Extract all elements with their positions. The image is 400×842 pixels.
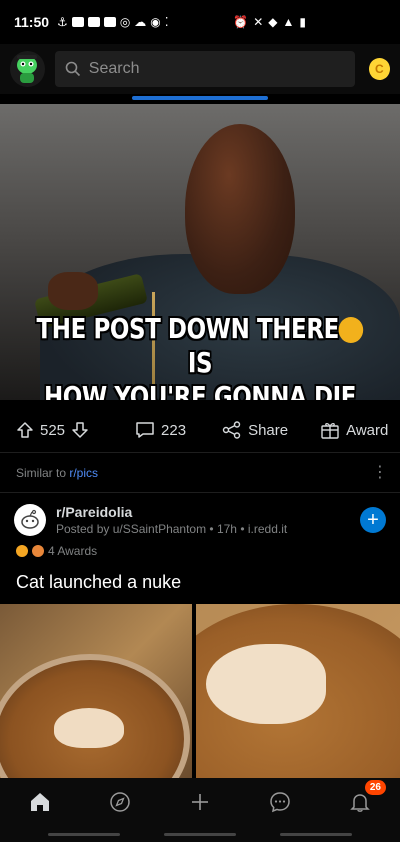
meme-caption: THE POST DOWN THEREIS HOW YOU'RE GONNA D…	[36, 312, 364, 400]
caption-line1-a: THE POST DOWN THERE	[36, 312, 340, 345]
app-icon: ◎	[119, 15, 131, 29]
app-icon	[87, 17, 100, 27]
comment-count: 223	[161, 421, 187, 439]
image-foam	[54, 708, 124, 748]
image-foam	[206, 644, 326, 724]
app-icon	[103, 17, 116, 27]
search-input[interactable]: Search	[54, 51, 355, 87]
notification-icons: ⚓ ◎ ☁ ◉ ⁚	[57, 15, 169, 29]
mute-icon: ✕	[253, 15, 264, 29]
share-icon	[222, 421, 241, 439]
coins-icon[interactable]: C	[368, 58, 390, 80]
downvote-icon[interactable]	[71, 421, 89, 439]
comment-icon	[136, 422, 154, 438]
plus-icon	[192, 794, 208, 810]
post-image-right[interactable]	[196, 604, 400, 778]
app-icon	[71, 17, 84, 27]
comments-button[interactable]: 223	[135, 421, 186, 439]
bell-icon	[350, 794, 370, 812]
post-actions: 525 223 Share Award	[0, 408, 400, 452]
chat-icon	[270, 792, 290, 813]
app-header: Search C	[0, 44, 400, 94]
award-badge-icon	[16, 545, 28, 557]
nav-home[interactable]	[24, 786, 56, 818]
similar-prefix: Similar to	[16, 466, 70, 480]
post-image-left[interactable]	[0, 604, 192, 778]
post-meta: r/Pareidolia Posted by u/SSaintPhantom •…	[56, 504, 287, 536]
post-image[interactable]: THE POST DOWN THEREIS HOW YOU'RE GONNA D…	[0, 104, 400, 400]
app-icon: ◉	[150, 15, 161, 29]
nav-notifications[interactable]: 26	[344, 780, 386, 818]
wifi-icon: ◆	[268, 15, 278, 29]
system-recents-button[interactable]	[48, 833, 120, 836]
similar-subreddit-link[interactable]: r/pics	[69, 466, 98, 480]
post-title[interactable]: Cat launched a nuke	[16, 572, 181, 593]
status-time: 11:50	[14, 14, 50, 30]
battery-icon: ▮	[299, 15, 306, 29]
caption-line1-b: IS	[187, 346, 213, 379]
signal-icon: ▲	[282, 15, 295, 29]
search-icon	[65, 61, 80, 77]
caption-line2: HOW YOU'RE GONNA DIE	[43, 380, 357, 400]
divider	[0, 492, 400, 493]
image-figure-head	[185, 124, 295, 294]
similar-to-label: Similar to r/pics	[16, 466, 98, 480]
awards-row: 4 Awards	[16, 544, 97, 558]
post-byline: Posted by u/SSaintPhantom • 17h • i.redd…	[56, 522, 288, 536]
scroll-indicator	[132, 96, 268, 100]
home-icon	[31, 793, 49, 811]
award-button[interactable]: Award	[320, 421, 388, 439]
snoo-icon	[21, 509, 39, 529]
subreddit-avatar[interactable]	[14, 504, 46, 536]
notification-badge: 26	[364, 780, 386, 795]
join-button[interactable]: +	[360, 507, 386, 533]
award-badge-icon	[32, 545, 44, 557]
system-icons: ⏰ ✕ ◆ ▲ ▮	[233, 15, 306, 29]
nav-chat[interactable]	[264, 786, 296, 818]
award-icon	[321, 423, 339, 439]
more-icon: ⁚	[164, 15, 169, 29]
status-bar: 11:50 ⚓ ◎ ☁ ◉ ⁚ ⏰ ✕ ◆ ▲ ▮	[0, 0, 400, 44]
snoo-avatar-icon	[17, 55, 38, 83]
similar-post-header: r/Pareidolia Posted by u/SSaintPhantom •…	[14, 500, 386, 540]
notification-icon: ⚓	[57, 15, 68, 29]
share-label: Share	[248, 421, 289, 439]
app-icon: ☁	[134, 15, 147, 29]
image-hand	[48, 272, 98, 310]
bottom-nav: 26	[0, 778, 400, 826]
system-home-button[interactable]	[164, 833, 236, 836]
more-options-icon[interactable]: ⋮	[372, 462, 388, 482]
award-label: Award	[346, 421, 389, 439]
divider	[0, 452, 400, 453]
awards-count: 4 Awards	[48, 544, 98, 558]
system-back-button[interactable]	[280, 833, 352, 836]
nav-discover[interactable]	[104, 786, 136, 818]
user-avatar[interactable]	[10, 51, 45, 87]
vote-count: 525	[40, 421, 66, 439]
compass-icon	[110, 792, 130, 812]
share-button[interactable]: Share	[222, 421, 288, 439]
upvote-icon[interactable]	[16, 421, 34, 439]
post-subreddit[interactable]: r/Pareidolia	[56, 504, 287, 520]
pointing-hand-emoji-icon	[338, 317, 364, 343]
alarm-icon: ⏰	[233, 15, 249, 29]
search-placeholder: Search	[88, 60, 140, 77]
nav-create-post[interactable]	[184, 786, 216, 818]
vote-controls: 525	[16, 421, 89, 439]
